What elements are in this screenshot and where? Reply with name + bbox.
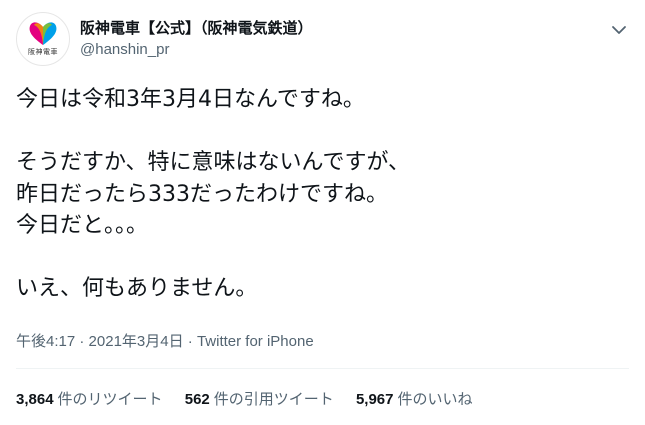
author-names: 阪神電車【公式】（阪神電気鉄道） @hanshin_pr	[80, 18, 313, 60]
chevron-down-icon	[612, 26, 626, 34]
quote-tweets-count: 562	[184, 391, 210, 408]
tweet-text: 今日は令和3年3月4日なんですね。 そうだすか、特に意味はないんですが、 昨日だ…	[16, 84, 629, 305]
likes-count: 5,967	[355, 391, 394, 408]
avatar-logo-text: 阪神電車	[28, 48, 58, 56]
display-name[interactable]: 阪神電車【公式】（阪神電気鉄道）	[80, 18, 313, 38]
tweet-stats: 3,864 件のリツイート 562 件の引用ツイート 5,967 件のいいね	[16, 388, 491, 409]
tweet-line	[16, 116, 629, 148]
tweet-line: いえ、何もありません。	[16, 276, 258, 301]
meta-separator: ·	[75, 333, 89, 350]
quote-tweets-label: 件の引用ツイート	[213, 391, 334, 408]
more-options-button[interactable]	[609, 20, 629, 40]
retweets-stat[interactable]: 3,864 件のリツイート	[16, 388, 163, 409]
quote-tweets-stat[interactable]: 562 件の引用ツイート	[185, 388, 334, 409]
hanshin-logo-icon	[29, 22, 57, 45]
retweets-count: 3,864	[16, 391, 54, 408]
tweet-line: 今日だと。。。	[16, 213, 149, 238]
likes-label: 件のいいね	[397, 391, 473, 408]
tweet-header: 阪神電車 阪神電車【公式】（阪神電気鉄道） @hanshin_pr	[16, 10, 629, 66]
tweet-meta: 午後4:17 · 2021年3月4日 · Twitter for iPhone	[16, 330, 314, 351]
retweets-label: 件のリツイート	[57, 391, 163, 408]
tweet-line: 今日は令和3年3月4日なんですね。	[16, 87, 365, 112]
tweet-line: そうだすか、特に意味はないんですが、	[16, 150, 411, 175]
tweet-date[interactable]: 2021年3月4日	[89, 333, 184, 350]
user-handle[interactable]: @hanshin_pr	[80, 40, 313, 60]
tweet-time[interactable]: 午後4:17	[16, 333, 75, 350]
divider	[16, 368, 629, 369]
avatar[interactable]: 阪神電車	[16, 12, 70, 66]
likes-stat[interactable]: 5,967 件のいいね	[356, 388, 473, 409]
tweet-line: 昨日だったら333だったわけですね。	[16, 181, 388, 207]
tweet-source[interactable]: Twitter for iPhone	[197, 333, 314, 350]
tweet-line	[16, 242, 629, 274]
meta-separator: ·	[183, 333, 197, 350]
